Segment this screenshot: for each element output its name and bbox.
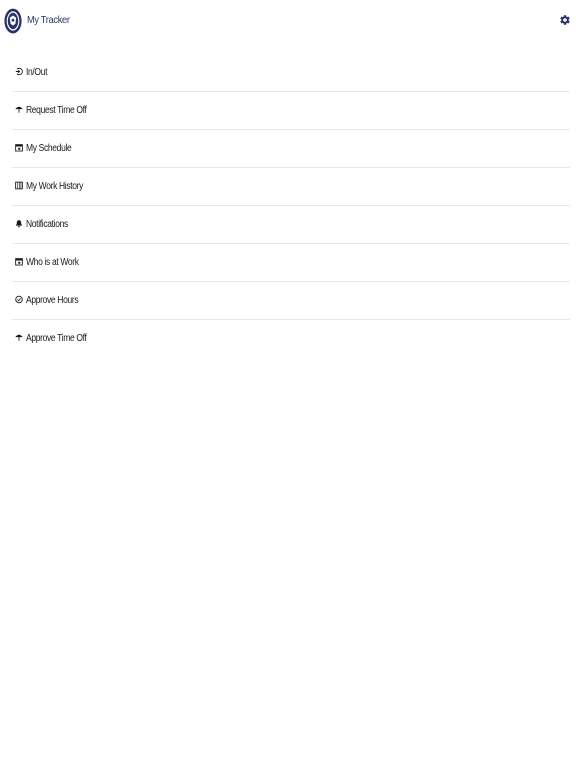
menu-item-my-schedule[interactable]: My Schedule [12, 130, 570, 168]
menu-item-in-out[interactable]: In/Out [12, 54, 570, 92]
main-menu: In/Out Request Time Off My Schedule My W… [12, 54, 570, 358]
menu-item-label: In/Out [26, 67, 48, 78]
menu-item-notifications[interactable]: Notifications [12, 206, 570, 244]
bell-icon [15, 220, 23, 228]
menu-item-label: Approve Hours [26, 295, 79, 306]
gear-icon[interactable] [559, 13, 571, 27]
org-seal-logo [4, 8, 22, 34]
clock-in-icon [15, 67, 23, 76]
menu-item-approve-hours[interactable]: Approve Hours [12, 282, 570, 320]
umbrella-icon [15, 106, 23, 113]
history-book-icon [15, 181, 23, 190]
menu-item-who-is-at-work[interactable]: Who is at Work [12, 244, 570, 282]
app-header: My Tracker [0, 0, 576, 42]
calendar-icon [15, 258, 23, 266]
app-title: My Tracker [27, 14, 70, 26]
menu-item-request-time-off[interactable]: Request Time Off [12, 92, 570, 130]
menu-item-label: Who is at Work [26, 257, 79, 268]
menu-item-label: My Work History [26, 181, 84, 192]
menu-item-my-work-history[interactable]: My Work History [12, 168, 570, 206]
menu-item-label: Notifications [26, 219, 68, 230]
menu-item-label: My Schedule [26, 143, 72, 154]
menu-item-approve-time-off[interactable]: Approve Time Off [12, 320, 570, 358]
menu-item-label: Request Time Off [26, 105, 87, 116]
calendar-icon [15, 144, 23, 152]
umbrella-icon [15, 334, 23, 341]
menu-item-label: Approve Time Off [26, 333, 87, 344]
check-circle-icon [15, 295, 23, 304]
